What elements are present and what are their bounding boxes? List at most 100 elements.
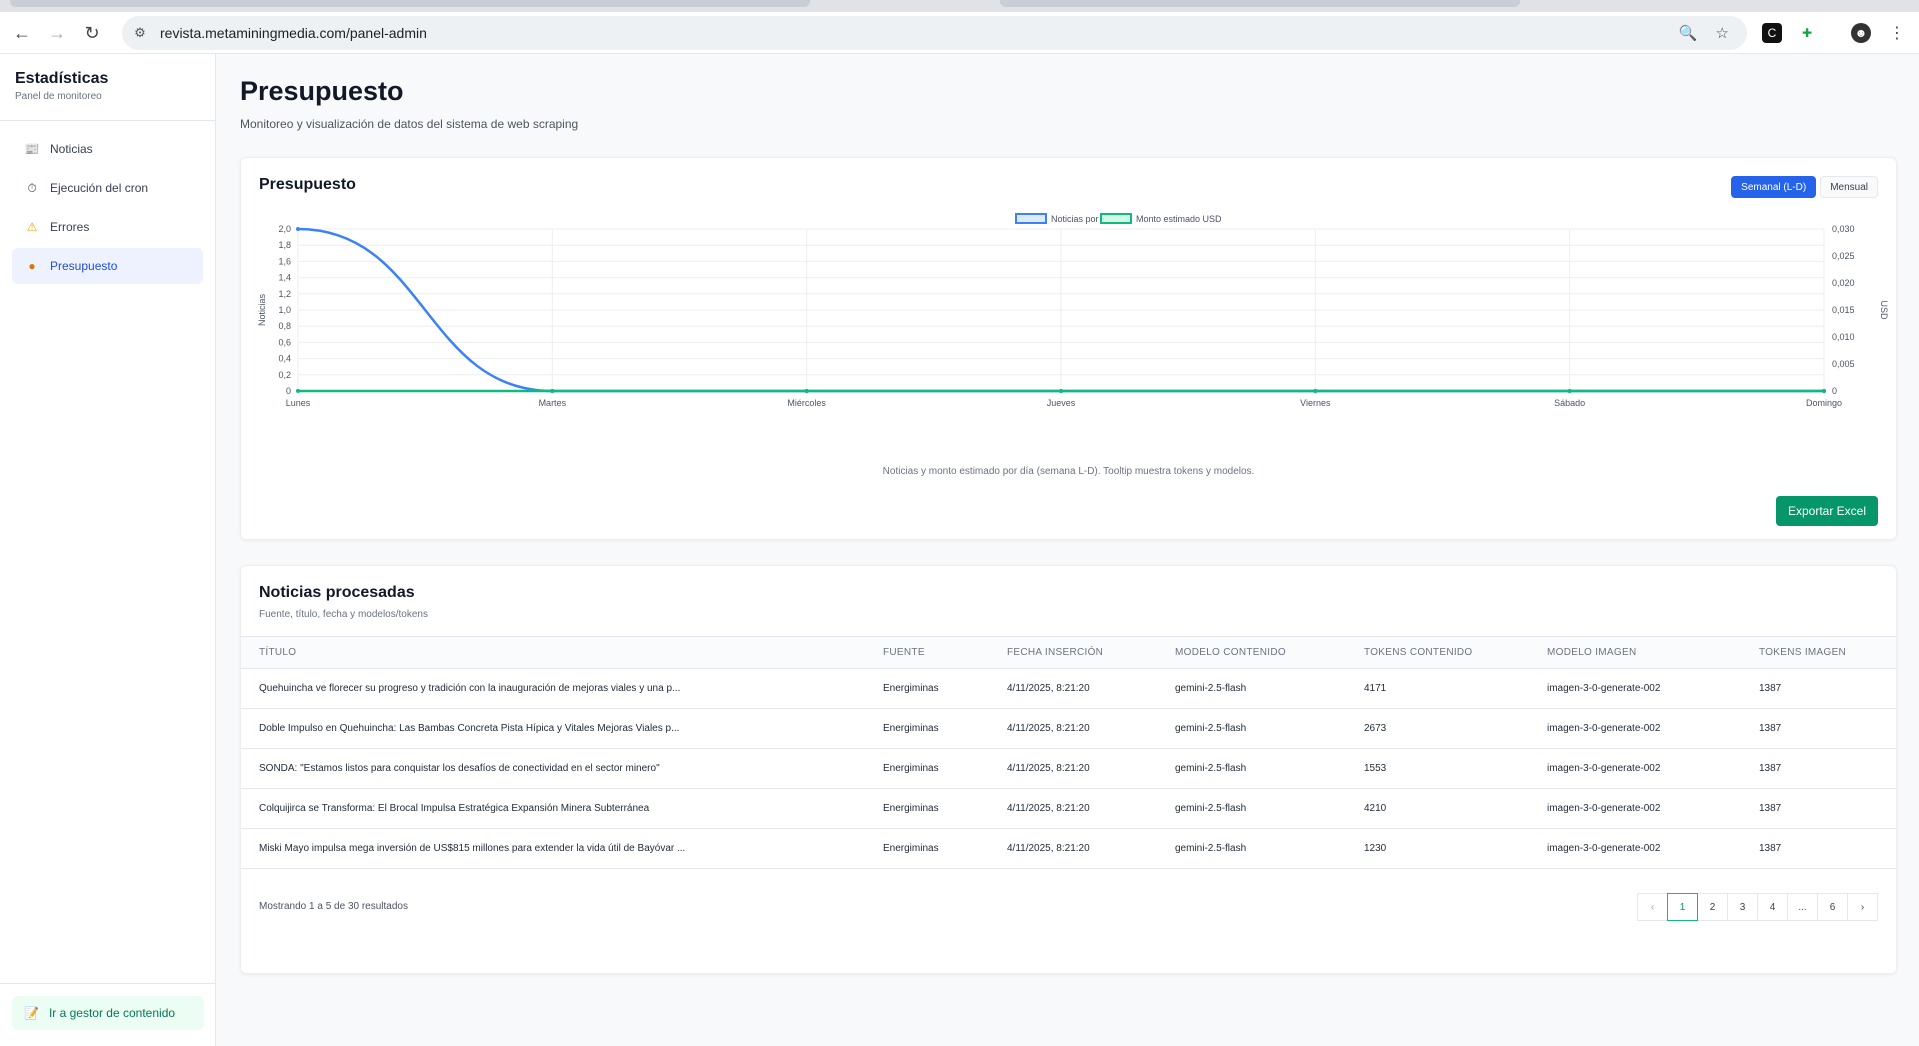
table-cell: imagen-3-0-generate-002 [1547,683,1661,694]
sidebar-item-label: Errores [50,220,90,234]
y2-axis-title: USD [1879,300,1889,320]
page-title: Presupuesto [240,76,404,106]
sidebar-item-presupuesto[interactable]: ● Presupuesto [12,248,203,284]
table-cell: 4/11/2025, 8:21:20 [1007,843,1090,854]
browser-toolbar: ← → ↻ ⚙ revista.metaminingmedia.com/pane… [0,12,1919,54]
data-point [1059,389,1063,393]
back-icon[interactable]: ← [10,21,34,45]
table-cell: Quehuincha ve florecer su progreso y tra… [259,683,681,694]
table-cell: Energiminas [883,843,939,854]
table-cell: gemini-2.5-flash [1175,843,1247,854]
zoom-icon[interactable]: 🔍 [1679,24,1698,42]
y2-tick-label: 0 [1832,386,1837,396]
address-bar[interactable]: ⚙ revista.metaminingmedia.com/panel-admi… [122,16,1747,50]
column-header[interactable]: MODELO IMAGEN [1529,637,1741,669]
y-tick-label: 2,0 [278,224,291,234]
table-row[interactable]: Miski Mayo impulsa mega inversión de US$… [241,829,1896,869]
table-cell: 1387 [1759,723,1782,734]
column-header[interactable]: TOKENS IMAGEN [1741,637,1896,669]
content-manager-link[interactable]: 📝 Ir a gestor de contenido [12,996,204,1030]
warning-icon: ⚠ [26,220,38,234]
main-content: Presupuesto Monitoreo y visualización de… [216,54,1919,1046]
page-subtitle: Monitoreo y visualización de datos del s… [240,117,579,131]
page-button[interactable]: 4 [1757,893,1788,921]
table-cell: gemini-2.5-flash [1175,723,1247,734]
table-cell: gemini-2.5-flash [1175,763,1247,774]
table-cell: Energiminas [883,803,939,814]
pagination: ‹ 1 2 3 4 ... 6 › [1637,893,1878,921]
y-tick-label: 0,8 [278,321,291,331]
table-row[interactable]: Colquijirca se Transforma: El Brocal Imp… [241,789,1896,829]
browser-tab[interactable] [10,0,810,7]
x-tick-label: Miércoles [787,398,826,408]
prev-page-button[interactable]: ‹ [1637,893,1668,921]
table-cell: Energiminas [883,723,939,734]
sidebar-title: Estadísticas [15,70,109,87]
page-button[interactable]: 6 [1817,893,1848,921]
forward-icon[interactable]: → [45,21,69,45]
table-cell: 1553 [1364,763,1387,774]
data-point [1313,389,1318,393]
data-point [550,389,555,393]
table-cell: Energiminas [883,683,939,694]
budget-line-chart[interactable]: 0 0,2 0,4 0,6 0,8 1,0 1,2 1,4 1,6 1,8 2,0 0 0,005 0,0… [241,208,1896,458]
x-tick-label: Martes [539,398,567,408]
legend-swatch [1100,213,1132,224]
sidebar-item-label: Noticias [50,142,93,156]
table-cell: 4210 [1364,803,1387,814]
table-cell: SONDA: "Estamos listos para conquistar l… [259,763,660,774]
column-header[interactable]: MODELO CONTENIDO [1157,637,1346,669]
sidebar-item-errores[interactable]: ⚠ Errores [12,209,203,245]
table-cell: Doble Impulso en Quehuincha: Las Bambas … [259,723,680,734]
table-cell: 4/11/2025, 8:21:20 [1007,723,1090,734]
page-button[interactable]: 1 [1667,893,1698,921]
bookmark-star-icon[interactable]: ☆ [1716,24,1729,42]
table-cell: 4/11/2025, 8:21:20 [1007,803,1090,814]
table-footer: Mostrando 1 a 5 de 30 resultados ‹ 1 2 3… [241,883,1896,931]
column-header[interactable]: FECHA INSERCIÓN [989,637,1157,669]
table-cell: 4/11/2025, 8:21:20 [1007,683,1090,694]
news-card: Noticias procesadas Fuente, título, fech… [240,565,1897,974]
site-settings-icon[interactable]: ⚙ [132,25,148,41]
url-text[interactable]: revista.metaminingmedia.com/panel-admin [160,25,427,41]
sidebar: Estadísticas Panel de monitoreo 📰 Notici… [0,54,216,1046]
y2-tick-label: 0,005 [1832,359,1855,369]
table-cell: 1387 [1759,683,1782,694]
export-excel-button[interactable]: Exportar Excel [1775,496,1878,526]
y-tick-label: 1,6 [278,256,291,266]
column-header[interactable]: FUENTE [865,637,989,669]
browser-tab[interactable] [1000,0,1520,7]
y-tick-label: 0,6 [278,337,291,347]
table-cell: 1387 [1759,803,1782,814]
page-ellipsis: ... [1787,893,1818,921]
next-page-button[interactable]: › [1847,893,1878,921]
browser-menu-icon[interactable]: ⋮ [1887,23,1907,43]
profile-avatar-icon[interactable]: ☻ [1851,23,1871,43]
monthly-toggle-button[interactable]: Mensual [1820,176,1878,198]
table-row[interactable]: Quehuincha ve florecer su progreso y tra… [241,669,1896,709]
reload-icon[interactable]: ↻ [80,21,104,45]
table-cell: gemini-2.5-flash [1175,803,1247,814]
newspaper-icon: 📰 [24,142,40,156]
y-tick-label: 0,2 [278,370,291,380]
table-row[interactable]: Doble Impulso en Quehuincha: Las Bambas … [241,709,1896,749]
extension-c-icon[interactable]: C [1762,23,1782,43]
data-point [1567,389,1572,393]
weekly-toggle-button[interactable]: Semanal (L-D) [1731,176,1817,198]
results-count: Mostrando 1 a 5 de 30 resultados [259,901,408,912]
sidebar-item-cron[interactable]: ⏱ Ejecución del cron [12,170,203,206]
table-cell: imagen-3-0-generate-002 [1547,843,1661,854]
budget-card-title: Presupuesto [259,176,356,193]
table-header-row: TÍTULO FUENTE FECHA INSERCIÓN MODELO CON… [241,636,1896,669]
page-button[interactable]: 2 [1697,893,1728,921]
column-header[interactable]: TOKENS CONTENIDO [1346,637,1529,669]
sidebar-item-noticias[interactable]: 📰 Noticias [12,131,203,167]
page-button[interactable]: 3 [1727,893,1758,921]
y-tick-label: 1,0 [278,305,291,315]
extension-puzzle-icon[interactable]: ✚ [1797,23,1817,43]
table-row[interactable]: SONDA: "Estamos listos para conquistar l… [241,749,1896,789]
column-header[interactable]: TÍTULO [241,637,865,669]
sidebar-item-label: Ejecución del cron [50,181,149,195]
money-bag-icon: ● [28,259,36,273]
sidebar-subtitle: Panel de monitoreo [15,91,102,102]
